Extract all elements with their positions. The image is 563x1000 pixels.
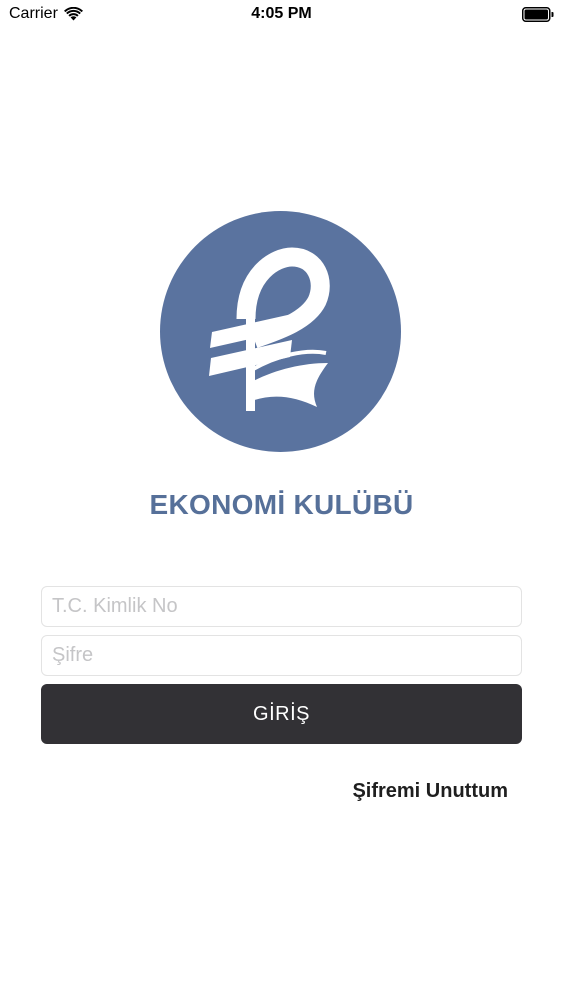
- battery-icon: [522, 7, 554, 22]
- status-time: 4:05 PM: [251, 5, 312, 22]
- status-bar: Carrier 4:05 PM: [0, 0, 563, 30]
- tc-kimlik-input[interactable]: [41, 586, 522, 627]
- euro-logo-icon: [160, 211, 401, 452]
- login-screen: Carrier 4:05 PM EKONOMİ KULÜBÜ GİRİŞ Şif…: [0, 0, 563, 1000]
- forgot-password-link[interactable]: Şifremi Unuttum: [352, 780, 508, 803]
- app-title: EKONOMİ KULÜBÜ: [149, 489, 414, 520]
- login-button[interactable]: GİRİŞ: [41, 684, 522, 744]
- password-input[interactable]: [41, 635, 522, 676]
